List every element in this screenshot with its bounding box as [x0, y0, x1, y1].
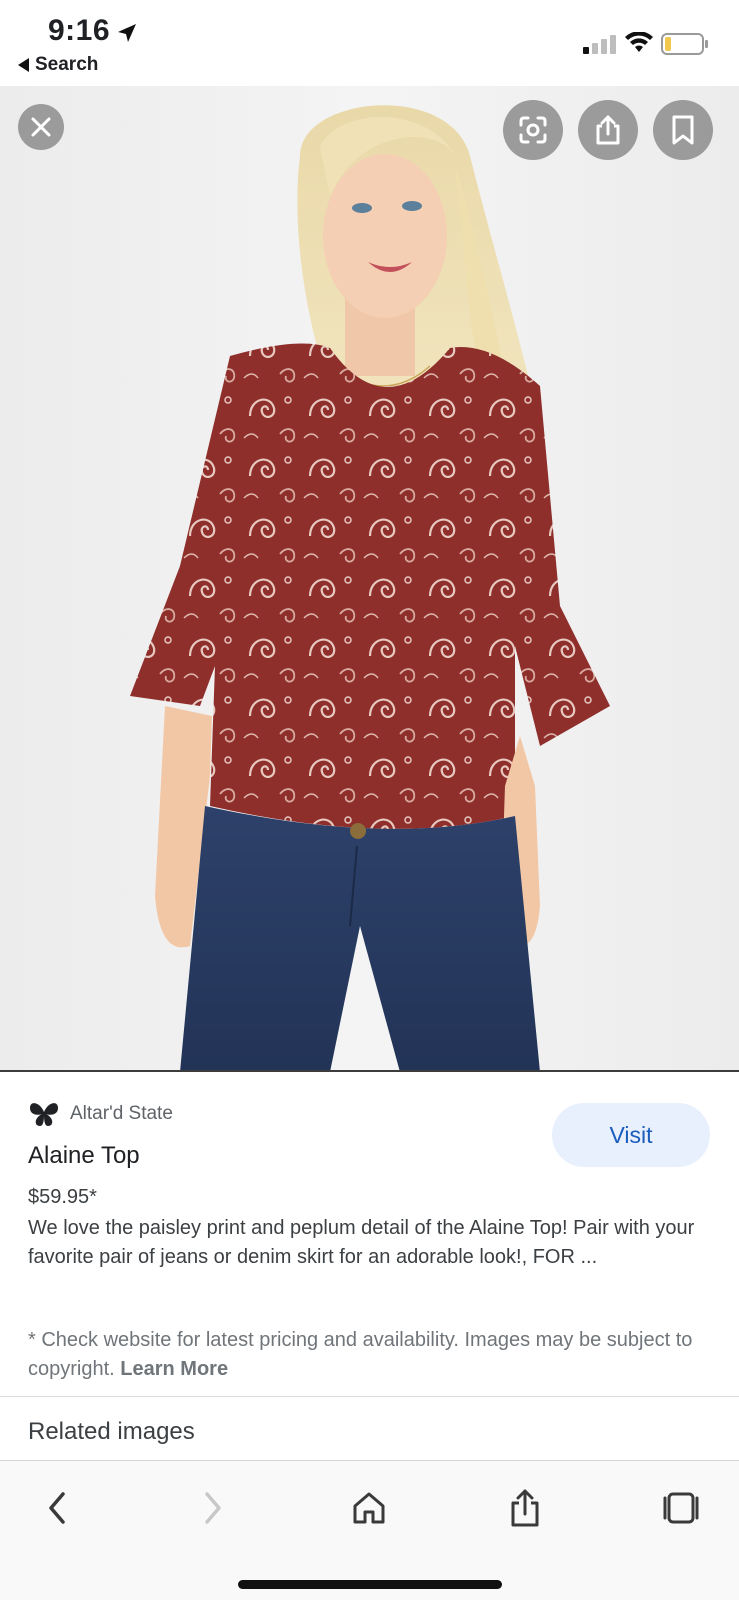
source-row[interactable]: Altar'd State: [28, 1100, 173, 1128]
cellular-signal-icon: [583, 35, 616, 54]
related-images-heading: Related images: [28, 1418, 195, 1445]
location-arrow-icon: [118, 24, 136, 42]
tabs-icon: [663, 1492, 699, 1524]
chevron-left-icon: [49, 1492, 65, 1524]
lens-icon: [519, 116, 547, 144]
visit-button[interactable]: Visit: [552, 1103, 710, 1167]
close-button[interactable]: [18, 104, 64, 150]
back-button[interactable]: [32, 1483, 82, 1533]
forward-button[interactable]: [188, 1483, 238, 1533]
close-icon: [31, 117, 51, 137]
save-button[interactable]: [653, 100, 713, 160]
home-button[interactable]: [344, 1483, 394, 1533]
source-name: Altar'd State: [70, 1103, 173, 1124]
wifi-icon: [625, 32, 653, 52]
pricing-disclaimer: * Check website for latest pricing and a…: [28, 1326, 718, 1384]
home-icon: [353, 1492, 385, 1524]
back-triangle-icon: [18, 58, 29, 72]
product-photo: [130, 105, 610, 1070]
learn-more-link[interactable]: Learn More: [120, 1358, 228, 1380]
clock-time: 9:16: [48, 14, 111, 47]
browser-toolbar: [0, 1460, 739, 1600]
section-divider: [0, 1396, 739, 1397]
product-description: We love the paisley print and peplum det…: [28, 1217, 695, 1268]
butterfly-logo-icon: [30, 1103, 58, 1126]
product-price: $59.95*: [28, 1186, 97, 1208]
share-icon: [511, 1489, 539, 1527]
chevron-right-icon: [205, 1492, 221, 1524]
product-info-panel: Altar'd State Alaine Top $59.95* We love…: [0, 1074, 739, 1400]
bookmark-icon: [672, 115, 694, 145]
back-search-label: Search: [35, 54, 99, 75]
product-title[interactable]: Alaine Top: [28, 1142, 140, 1170]
share-button[interactable]: [578, 100, 638, 160]
status-bar: 9:16 Search: [0, 0, 739, 86]
share-icon: [596, 115, 620, 145]
lens-search-button[interactable]: [503, 100, 563, 160]
back-to-search-link[interactable]: Search: [18, 54, 98, 76]
home-indicator[interactable]: [238, 1580, 502, 1589]
share-page-button[interactable]: [500, 1483, 550, 1533]
product-image-viewer[interactable]: [0, 86, 739, 1072]
battery-icon: [661, 33, 708, 55]
tabs-button[interactable]: [656, 1483, 706, 1533]
